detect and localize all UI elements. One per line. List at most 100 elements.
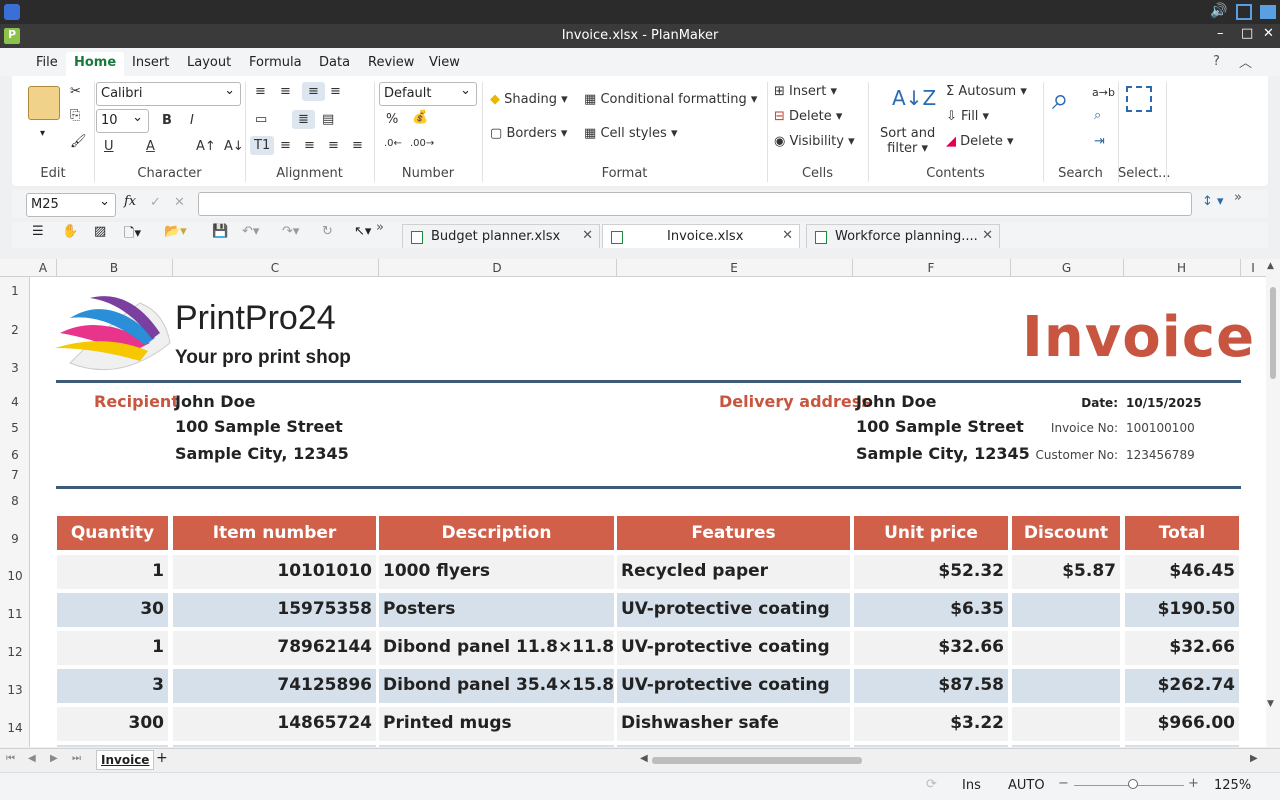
cell-unit-price[interactable]: $87.58 (854, 669, 1008, 703)
recalc-icon[interactable]: ⟳ (926, 777, 937, 792)
cell-quantity[interactable]: 300 (57, 707, 168, 741)
col-header-g[interactable]: G (1010, 261, 1123, 275)
cell-description[interactable]: Dibond panel 35.4×15.8 in (379, 669, 614, 703)
copy-icon[interactable]: ⎘ (70, 108, 80, 123)
cell-discount[interactable]: $5.87 (1012, 555, 1120, 589)
row-header[interactable]: 9 (0, 532, 30, 546)
col-header-b[interactable]: B (56, 261, 172, 275)
align-left-icon[interactable]: ≡ (280, 138, 291, 153)
display-icon[interactable] (1260, 5, 1276, 19)
cell-description[interactable]: Posters (379, 593, 614, 627)
cell-discount[interactable] (1012, 631, 1120, 665)
text-direction-icon[interactable]: T1 (250, 136, 275, 155)
decrease-decimals-icon[interactable]: .0← (384, 138, 402, 149)
cell-unit-price[interactable]: $3.22 (854, 707, 1008, 741)
network-icon[interactable] (1236, 4, 1252, 20)
fill-button[interactable]: ⇩ Fill ▾ (946, 109, 989, 124)
search-icon[interactable]: ⌕ (1052, 82, 1069, 117)
cell-description[interactable]: Dibond panel 11.8×11.8 in (379, 631, 614, 665)
cell-item-number[interactable]: 78962144 (173, 631, 376, 665)
autosum-button[interactable]: Σ Autosum ▾ (946, 84, 1027, 99)
menu-insert[interactable]: Insert (124, 52, 177, 76)
tab-budget-planner[interactable]: Budget planner.xlsx ✕ (402, 224, 600, 248)
select-icon[interactable] (1126, 86, 1152, 112)
delete-contents-button[interactable]: ◢ Delete ▾ (946, 134, 1014, 149)
row-header[interactable]: 8 (0, 494, 30, 508)
align-center-icon[interactable]: ≡ (304, 138, 315, 153)
goto-icon[interactable]: ⇥ (1094, 134, 1105, 149)
insert-mode[interactable]: Ins (962, 778, 981, 793)
cell-quantity[interactable]: 3 (57, 669, 168, 703)
first-sheet-icon[interactable]: ⏮ (6, 753, 15, 764)
cell-features[interactable]: UV-protective coating (617, 631, 850, 665)
cell-description[interactable]: Printed mugs (379, 707, 614, 741)
cell-empty[interactable] (57, 745, 168, 747)
shading-button[interactable]: ◆ Shading ▾ (490, 92, 568, 107)
cell-description[interactable]: 1000 flyers (379, 555, 614, 589)
replace-icon[interactable]: a→b (1092, 86, 1115, 99)
paste-dropdown-icon[interactable]: ▾ (40, 128, 45, 139)
zoom-in-icon[interactable]: + (1188, 776, 1199, 791)
align-middle-icon[interactable]: ≡ (280, 84, 291, 99)
minimize-icon[interactable]: – (1217, 26, 1224, 41)
cell-empty[interactable] (617, 745, 850, 747)
cell-empty[interactable] (173, 745, 376, 747)
cell-total[interactable]: $32.66 (1125, 631, 1239, 665)
zoom-slider-handle[interactable] (1128, 779, 1138, 789)
percent-icon[interactable]: % (386, 112, 398, 127)
wrap-text-icon[interactable]: ≣ (292, 110, 315, 129)
undo-icon[interactable]: ↶▾ (242, 224, 259, 239)
next-sheet-icon[interactable]: ▶ (50, 753, 58, 764)
scroll-down-icon[interactable]: ▼ (1267, 699, 1274, 709)
calc-mode[interactable]: AUTO (1008, 778, 1045, 793)
cell-discount[interactable] (1012, 707, 1120, 741)
col-header-c[interactable]: C (172, 261, 378, 275)
menu-layout[interactable]: Layout (179, 52, 239, 76)
shrink-font-icon[interactable]: A↓ (224, 139, 244, 154)
sort-filter-button[interactable]: Sort and filter ▾ (880, 126, 935, 156)
find-next-icon[interactable]: ⌕ (1094, 108, 1101, 123)
conditional-formatting-button[interactable]: ▦ Conditional formatting ▾ (584, 92, 757, 107)
cell-styles-button[interactable]: ▦ Cell styles ▾ (584, 126, 678, 141)
row-header[interactable]: 4 (0, 395, 30, 409)
delete-cells-button[interactable]: ⊟ Delete ▾ (774, 109, 842, 124)
sort-filter-icon[interactable]: A↓Z (892, 86, 936, 110)
app-launcher-icon[interactable] (4, 4, 20, 20)
cell-quantity[interactable]: 30 (57, 593, 168, 627)
accept-icon[interactable]: ✓ (150, 195, 161, 210)
open-icon[interactable]: 📂▾ (164, 224, 187, 239)
row-header[interactable]: 10 (0, 569, 30, 583)
col-header-f[interactable]: F (852, 261, 1010, 275)
borders-button[interactable]: ▢ Borders ▾ (490, 126, 567, 141)
merge-cells-icon[interactable]: ▭ (255, 112, 267, 127)
cut-icon[interactable]: ✂ (70, 84, 81, 99)
row-header[interactable]: 14 (0, 721, 30, 735)
scroll-left-icon[interactable]: ◀ (640, 753, 648, 764)
number-format-combo[interactable]: Default (379, 82, 477, 106)
hand-icon[interactable]: ✋ (62, 224, 78, 239)
close-tab-icon[interactable]: ✕ (782, 228, 793, 243)
tab-workforce-planning[interactable]: Workforce planning.... ✕ (806, 224, 1000, 248)
insert-cells-button[interactable]: ⊞ Insert ▾ (774, 84, 837, 99)
bold-icon[interactable]: B (162, 113, 172, 128)
scroll-right-icon[interactable]: ▶ (1250, 753, 1258, 764)
row-header[interactable]: 1 (0, 284, 30, 298)
cell-quantity[interactable]: 1 (57, 555, 168, 589)
cell-unit-price[interactable]: $52.32 (854, 555, 1008, 589)
visibility-button[interactable]: ◉ Visibility ▾ (774, 134, 855, 149)
cell-total[interactable]: $46.45 (1125, 555, 1239, 589)
row-header[interactable]: 3 (0, 361, 30, 375)
menu-review[interactable]: Review (360, 52, 422, 76)
row-header[interactable]: 6 (0, 448, 30, 462)
cell-item-number[interactable]: 14865724 (173, 707, 376, 741)
close-icon[interactable]: ✕ (1263, 26, 1274, 41)
row-header[interactable]: 13 (0, 683, 30, 697)
cell-unit-price[interactable]: $6.35 (854, 593, 1008, 627)
function-icon[interactable]: fx (124, 194, 136, 209)
cell-total[interactable]: $262.74 (1125, 669, 1239, 703)
cell-item-number[interactable]: 74125896 (173, 669, 376, 703)
row-header[interactable]: 7 (0, 468, 30, 482)
tab-invoice[interactable]: Invoice.xlsx ✕ (602, 224, 800, 248)
grow-font-icon[interactable]: A↑ (196, 139, 216, 154)
cell-empty[interactable] (854, 745, 1008, 747)
